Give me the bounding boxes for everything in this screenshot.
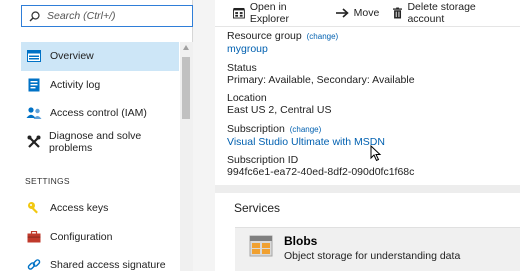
search-box[interactable] xyxy=(21,5,193,27)
menu-item-label: Access control (IAM) xyxy=(50,107,147,120)
blobs-name: Blobs xyxy=(284,234,318,248)
delete-label: Delete storage account xyxy=(407,1,476,25)
portal-window: Overview Activity log Access control (IA… xyxy=(0,0,520,271)
menu-item-overview[interactable]: Overview xyxy=(21,42,179,71)
menu-item-label: Diagnose and solve problems xyxy=(49,130,142,155)
open-in-explorer-label: Open in Explorer xyxy=(249,1,289,25)
location-label: Location xyxy=(227,92,267,104)
trash-icon xyxy=(393,7,403,19)
search-icon xyxy=(29,10,40,21)
menu-item-configuration[interactable]: Configuration xyxy=(21,223,179,252)
mouse-cursor-icon xyxy=(370,145,382,162)
overview-icon xyxy=(26,48,42,64)
arrow-right-icon xyxy=(335,8,349,18)
location-field: Location East US 2, Central US xyxy=(227,92,520,116)
menu-list: Overview Activity log Access control (IA… xyxy=(21,42,179,156)
open-in-explorer-button[interactable]: Open in Explorer xyxy=(233,1,322,25)
resource-group-field: Resource group (change) mygroup xyxy=(227,30,520,55)
services-title: Services xyxy=(234,201,281,215)
command-bar: Open in Explorer Move Delete storage acc… xyxy=(215,0,520,27)
location-value: East US 2, Central US xyxy=(227,104,332,116)
services-panel: Services Blobs Object storage for unders… xyxy=(215,193,520,271)
blobs-service-tile[interactable]: Blobs Object storage for understanding d… xyxy=(235,227,520,271)
menu-item-diagnose[interactable]: Diagnose and solve problems xyxy=(21,128,179,157)
blobs-icon xyxy=(249,235,273,257)
search-input[interactable] xyxy=(47,10,177,22)
settings-list: Access keys Configuration Shared access … xyxy=(21,194,179,271)
access-control-icon xyxy=(26,105,42,121)
key-icon xyxy=(26,200,42,216)
subscription-label: Subscription xyxy=(227,122,285,135)
scroll-up-arrow-icon[interactable] xyxy=(183,45,189,50)
delete-storage-account-button[interactable]: Delete storage account xyxy=(393,1,506,25)
menu-item-access-control[interactable]: Access control (IAM) xyxy=(21,99,179,128)
resource-group-value-link[interactable]: mygroup xyxy=(227,43,520,55)
menu-item-activity-log[interactable]: Activity log xyxy=(21,71,179,100)
overview-pane: Open in Explorer Move Delete storage acc… xyxy=(215,0,520,271)
menu-item-label: Activity log xyxy=(50,78,101,91)
essentials-panel: Resource group (change) mygroup Status P… xyxy=(215,27,520,185)
link-icon xyxy=(26,257,42,271)
subscription-field: Subscription (change) Visual Studio Ulti… xyxy=(227,123,520,148)
settings-section-header: SETTINGS xyxy=(25,176,70,186)
diagnose-icon xyxy=(26,134,41,150)
status-value: Primary: Available, Secondary: Available xyxy=(227,73,415,86)
section-divider xyxy=(215,185,520,193)
status-label: Status xyxy=(227,61,257,74)
menu-scrollbar[interactable] xyxy=(180,42,193,271)
resource-group-label: Resource group xyxy=(227,30,302,42)
move-label: Move xyxy=(353,7,380,19)
menu-item-label: Shared access signature xyxy=(50,259,166,271)
menu-item-label: Configuration xyxy=(50,230,113,243)
status-field: Status Primary: Available, Secondary: Av… xyxy=(227,62,520,86)
scroll-thumb[interactable] xyxy=(182,57,190,119)
menu-item-label: Overview xyxy=(50,50,94,63)
activity-log-icon xyxy=(26,77,42,93)
explorer-icon xyxy=(233,7,245,19)
resource-menu: Overview Activity log Access control (IA… xyxy=(0,0,193,271)
configuration-icon xyxy=(26,229,42,245)
subscription-change-link[interactable]: (change) xyxy=(290,125,322,134)
menu-item-label: Access keys xyxy=(50,202,109,215)
menu-item-access-keys[interactable]: Access keys xyxy=(21,194,179,223)
move-button[interactable]: Move xyxy=(335,7,380,19)
blobs-description: Object storage for understanding data xyxy=(284,250,461,262)
menu-item-shared-access-signature[interactable]: Shared access signature xyxy=(21,251,179,271)
resource-group-change-link[interactable]: (change) xyxy=(307,32,339,41)
subscription-id-value: 994fc6e1-ea72-40ed-8df2-090d0fc1f68c xyxy=(227,166,415,178)
